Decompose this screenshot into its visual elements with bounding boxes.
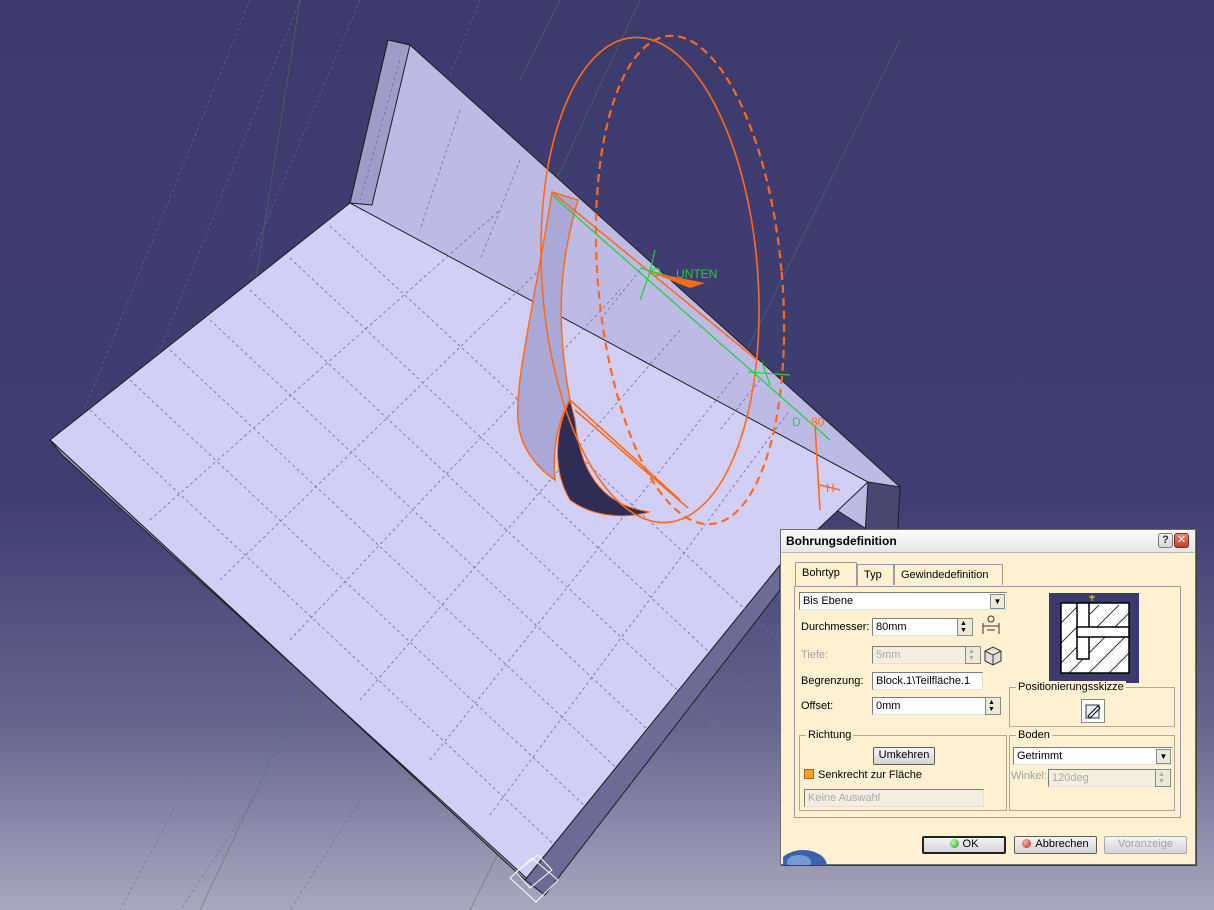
bottom-group: Boden Getrimmt ▼ Winkel: 120deg ▲ ▼: [1009, 729, 1175, 811]
depth-spinner[interactable]: ▲ ▼: [965, 646, 981, 664]
bottom-type-value: Getrimmt: [1017, 750, 1063, 762]
angle-label: Winkel:: [1011, 770, 1048, 782]
direction-label: Richtung: [806, 729, 854, 741]
preview-button[interactable]: Voranzeige: [1104, 836, 1187, 854]
angle-input[interactable]: 120deg: [1048, 769, 1156, 787]
offset-label: Offset:: [801, 700, 834, 712]
ok-button-label: OK: [962, 838, 979, 850]
tab-panel-bohrtyp: Bis Ebene ▼ Durchmesser: 80mm ▲ ▼ Tiefe: …: [794, 586, 1181, 818]
depth-input[interactable]: 5mm: [872, 646, 966, 664]
hole-definition-dialog: Bohrungsdefinition ? ✕ Bohrtyp Typ Gewin…: [780, 529, 1196, 865]
bottom-label: Boden: [1016, 729, 1052, 741]
offset-spinner[interactable]: ▲ ▼: [985, 697, 1001, 715]
offset-input[interactable]: 0mm: [872, 697, 986, 715]
limit-type-value: Bis Ebene: [803, 595, 854, 607]
ok-button[interactable]: OK: [922, 836, 1006, 854]
positioning-sketch-group: Positionierungsskizze: [1009, 681, 1175, 727]
chevron-down-icon[interactable]: ▼: [990, 594, 1005, 609]
help-button[interactable]: ?: [1158, 533, 1173, 548]
limit-input[interactable]: Block.1\Teilfläche.1: [872, 672, 983, 690]
normal-to-surface-checkbox[interactable]: [804, 769, 814, 779]
diameter-label: Durchmesser:: [801, 621, 870, 633]
cancel-button-label: Abbrechen: [1035, 838, 1089, 850]
dialog-titlebar[interactable]: Bohrungsdefinition ? ✕: [781, 530, 1195, 553]
diameter-spinner[interactable]: ▲ ▼: [957, 618, 973, 636]
depth-label: Tiefe:: [801, 649, 829, 661]
cancel-status-icon: [1022, 839, 1032, 848]
diameter-dimension-icon[interactable]: [979, 614, 1003, 638]
sketch-icon[interactable]: [1081, 699, 1105, 723]
cancel-button[interactable]: Abbrechen: [1014, 836, 1097, 854]
diameter-input[interactable]: 80mm: [872, 618, 958, 636]
angle-spinner[interactable]: ▲ ▼: [1155, 769, 1171, 787]
part-base-plate[interactable]: [49, 202, 869, 896]
reverse-button[interactable]: Umkehren: [873, 747, 935, 765]
direction-group: Richtung Umkehren Senkrecht zur Fläche K…: [799, 729, 1007, 811]
close-button[interactable]: ✕: [1174, 533, 1189, 548]
tab-bohrtyp[interactable]: Bohrtyp: [795, 562, 857, 586]
bottom-type-select[interactable]: Getrimmt ▼: [1013, 747, 1173, 765]
globe-decoration-icon: [783, 850, 827, 865]
ok-status-icon: [949, 839, 959, 848]
direction-selection-field[interactable]: Keine Auswahl: [804, 789, 984, 807]
annotation-unten: UNTEN: [676, 267, 717, 281]
tab-typ[interactable]: Typ: [857, 564, 894, 585]
chevron-down-icon[interactable]: ▼: [1156, 749, 1171, 764]
depth-box-icon[interactable]: [981, 643, 1005, 667]
annotation-d-value: 80: [811, 415, 825, 429]
dialog-title: Bohrungsdefinition: [786, 534, 897, 548]
limit-label: Begrenzung:: [801, 675, 864, 687]
annotation-h-label: H: [826, 481, 835, 495]
hole-preview-image: [1049, 593, 1139, 683]
annotation-d-label: D: [792, 415, 801, 429]
tab-gewindedefinition[interactable]: Gewindedefinition: [894, 564, 1003, 585]
positioning-sketch-label: Positionierungsskizze: [1016, 681, 1126, 693]
limit-type-select[interactable]: Bis Ebene ▼: [799, 592, 1007, 610]
normal-to-surface-label: Senkrecht zur Fläche: [818, 769, 922, 781]
